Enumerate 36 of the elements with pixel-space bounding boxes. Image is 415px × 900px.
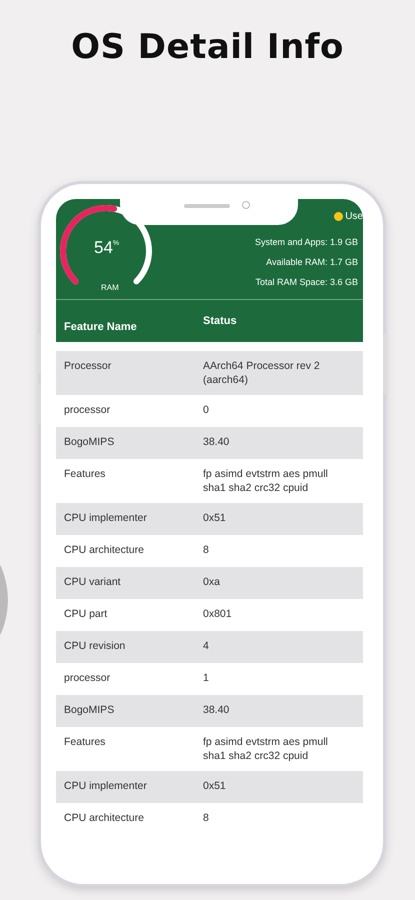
status-cell-text: fp asimd evtstrm aes pmull sha1 sha2 crc32 cpuid	[203, 467, 329, 495]
feature-cell-text: CPU architecture	[64, 811, 145, 826]
feature-cell-text: CPU architecture	[64, 543, 145, 558]
ram-stat: Total RAM Space: 3.6 GB	[255, 276, 358, 289]
legend-label: Use	[345, 211, 363, 222]
status-cell-text: 1	[203, 671, 210, 686]
status-cell-text: 0	[203, 403, 210, 418]
status-cell-text: 0xa	[203, 575, 221, 590]
ram-stat: System and Apps: 1.9 GB	[254, 236, 358, 249]
column-header: Feature Name	[64, 320, 138, 333]
ram-stat: Available RAM: 1.7 GB	[266, 256, 358, 269]
status-cell-text: fp asimd evtstrm aes pmull sha1 sha2 crc32 cpuid	[203, 735, 329, 763]
status-cell-text: 4	[203, 639, 210, 654]
feature-cell-text: CPU part	[64, 607, 108, 622]
status-cell-text: 0x51	[203, 511, 227, 526]
page-title: OS Detail Info	[70, 26, 345, 67]
feature-cell-text: processor	[64, 403, 112, 418]
feature-cell-text: BogoMIPS	[64, 703, 116, 718]
status-cell-text: 8	[203, 543, 210, 558]
feature-cell-text: BogoMIPS	[64, 435, 116, 450]
column-header: Status	[203, 314, 237, 329]
feature-cell-text: CPU implementer	[64, 511, 148, 526]
gauge-label: RAM	[101, 283, 119, 292]
feature-cell-text: processor	[64, 671, 112, 686]
feature-cell-text: Features	[64, 735, 106, 750]
feature-cell-text: CPU variant	[64, 575, 122, 590]
feature-cell-text: CPU revision	[64, 639, 126, 654]
feature-cell-text: CPU implementer	[64, 779, 148, 794]
status-cell-text: 0x51	[203, 779, 227, 794]
status-cell-text: 8	[203, 811, 210, 826]
status-cell-text: 38.40	[203, 435, 230, 450]
status-cell-text: 38.40	[203, 703, 230, 718]
status-cell-text: 0x801	[203, 607, 233, 622]
feature-cell-text: Processor	[64, 359, 112, 374]
status-cell-text: AArch64 Processor rev 2 (aarch64)	[203, 359, 321, 387]
feature-cell-text: Features	[64, 467, 106, 482]
